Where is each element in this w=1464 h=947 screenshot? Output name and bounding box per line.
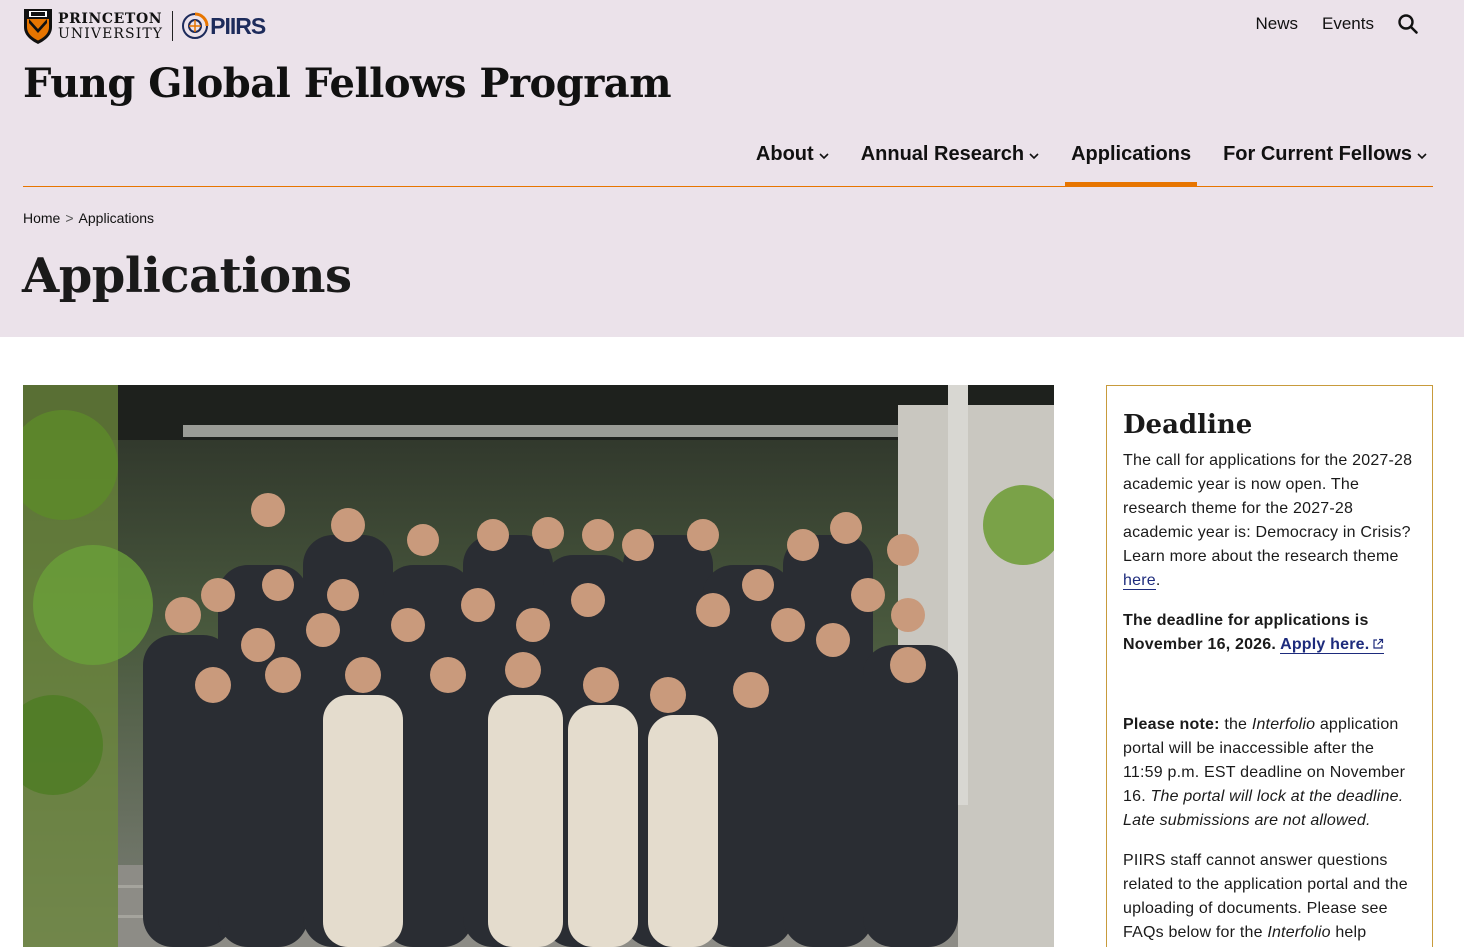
- nav-item-about[interactable]: About: [750, 136, 835, 187]
- deadline-box: Deadline The call for applications for t…: [1106, 385, 1433, 947]
- piirs-wordmark: PIIRS: [210, 12, 266, 39]
- nav-item-applications[interactable]: Applications: [1065, 136, 1198, 187]
- nav-item-annual-research[interactable]: Annual Research: [855, 136, 1045, 187]
- deadline-date-text: The deadline for applications is Novembe…: [1123, 609, 1416, 657]
- paragraph-text: the: [1219, 716, 1252, 733]
- main-nav: About Annual Research Applications For C…: [730, 136, 1433, 187]
- fellows-group-photo: [23, 385, 1054, 947]
- paragraph-text: The call for applications for the 2027-2…: [1123, 452, 1413, 565]
- breadcrumb-current: Applications: [78, 210, 155, 226]
- chevron-down-icon: [1029, 153, 1039, 160]
- paragraph-text: help: [1330, 924, 1367, 941]
- chevron-down-icon: [1417, 153, 1427, 160]
- logo-divider: [172, 11, 174, 41]
- breadcrumb-home-link[interactable]: Home: [23, 210, 60, 226]
- deadline-title: Deadline: [1123, 410, 1253, 440]
- staff-note-text: PIIRS staff cannot answer questions rela…: [1123, 849, 1416, 945]
- page-title: Applications: [22, 248, 352, 304]
- call-for-applications-text: The call for applications for the 2027-2…: [1123, 449, 1416, 593]
- events-link[interactable]: Events: [1322, 14, 1374, 34]
- note-label: Please note:: [1123, 716, 1220, 733]
- breadcrumb: Home > Applications: [23, 210, 154, 226]
- breadcrumb-separator: >: [65, 210, 74, 226]
- site-logo[interactable]: PRINCETON UNIVERSITY PIIRS: [23, 7, 266, 45]
- nav-item-label: About: [755, 143, 814, 165]
- chevron-down-icon: [819, 153, 829, 160]
- research-theme-link[interactable]: here: [1123, 572, 1156, 590]
- nav-item-label: Applications: [1071, 143, 1192, 165]
- paragraph-text: .: [1155, 572, 1161, 589]
- paragraph-text: Interfolio: [1267, 924, 1331, 941]
- nav-item-label: Annual Research: [860, 143, 1025, 165]
- deadline-content: The call for applications for the 2027-2…: [1123, 449, 1416, 945]
- nav-divider: [23, 186, 1433, 187]
- nav-item-label: For Current Fellows: [1223, 143, 1412, 165]
- site-title[interactable]: Fung Global Fellows Program: [23, 60, 672, 107]
- external-link-icon: [1373, 638, 1384, 649]
- apply-link-label: Apply here.: [1280, 636, 1370, 653]
- portal-note-text: Please note: the Interfolio application …: [1123, 713, 1416, 833]
- apply-here-link[interactable]: Apply here.: [1280, 636, 1385, 654]
- university-wordmark: PRINCETON UNIVERSITY: [58, 10, 164, 42]
- news-link[interactable]: News: [1256, 14, 1299, 34]
- piirs-logo-icon: [182, 12, 209, 39]
- nav-item-current-fellows[interactable]: For Current Fellows: [1217, 136, 1433, 187]
- search-icon[interactable]: [1396, 12, 1420, 36]
- paragraph-text: The portal will lock at the deadline. La…: [1123, 788, 1404, 829]
- utility-nav: News Events: [1232, 12, 1421, 36]
- paragraph-text: Interfolio: [1251, 716, 1316, 733]
- princeton-shield-icon: [24, 9, 52, 44]
